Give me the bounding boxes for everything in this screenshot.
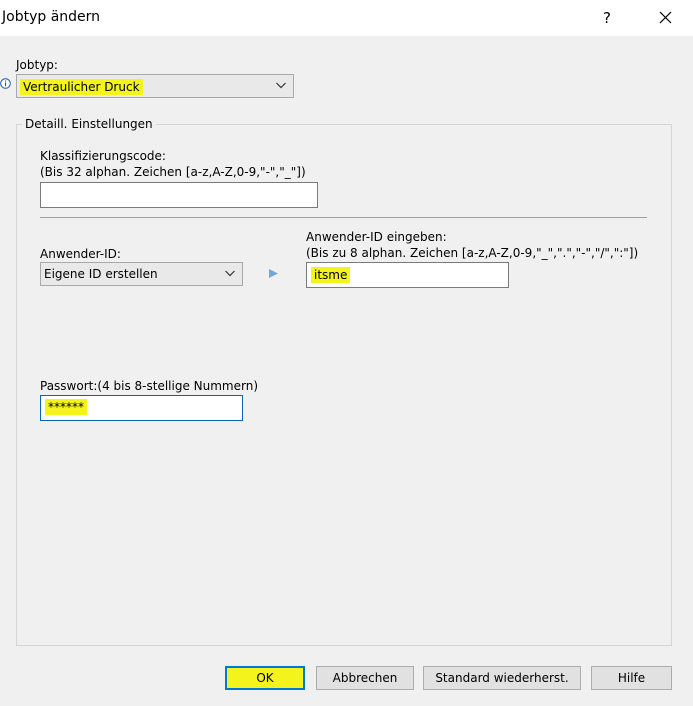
- enter-user-id-label: Anwender-ID eingeben:: [306, 230, 447, 244]
- user-id-dropdown[interactable]: Eigene ID erstellen: [40, 262, 243, 286]
- jobtyp-dropdown[interactable]: Vertraulicher Druck: [16, 74, 294, 98]
- password-input[interactable]: ******: [40, 395, 243, 421]
- title-bar: Jobtyp ändern ?: [0, 0, 693, 36]
- enter-user-id-input[interactable]: itsme: [306, 262, 509, 288]
- detail-settings-legend: Detaill. Einstellungen: [22, 117, 156, 131]
- info-icon: [0, 78, 11, 89]
- dialog-title: Jobtyp ändern: [2, 9, 101, 25]
- user-id-label: Anwender-ID:: [40, 247, 121, 261]
- separator-line: [40, 217, 647, 218]
- close-icon: [659, 11, 672, 24]
- enter-user-id-value: itsme: [311, 267, 351, 283]
- arrow-right-icon: [269, 269, 278, 278]
- help-button[interactable]: Hilfe: [591, 666, 672, 690]
- password-label: Passwort:(4 bis 8-stellige Nummern): [40, 379, 259, 393]
- chevron-down-icon: [225, 270, 235, 277]
- jobtyp-selected-value: Vertraulicher Druck: [20, 79, 143, 95]
- password-value: ******: [45, 399, 87, 415]
- question-mark-icon: ?: [603, 9, 611, 27]
- classification-code-hint: (Bis 32 alphan. Zeichen [a-z,A-Z,0-9,"-"…: [40, 165, 306, 179]
- classification-code-input[interactable]: [40, 182, 318, 208]
- cancel-button[interactable]: Abbrechen: [316, 666, 414, 690]
- close-button[interactable]: [650, 5, 680, 31]
- help-title-button[interactable]: ?: [594, 5, 620, 31]
- jobtyp-label: Jobtyp:: [16, 58, 58, 72]
- enter-user-id-hint: (Bis zu 8 alphan. Zeichen [a-z,A-Z,0-9,"…: [306, 246, 639, 260]
- restore-defaults-button[interactable]: Standard wiederherst.: [423, 666, 581, 690]
- chevron-down-icon: [276, 82, 286, 89]
- user-id-selected-value: Eigene ID erstellen: [44, 267, 158, 281]
- classification-code-label: Klassifizierungscode:: [40, 149, 166, 163]
- ok-button[interactable]: OK: [225, 666, 305, 690]
